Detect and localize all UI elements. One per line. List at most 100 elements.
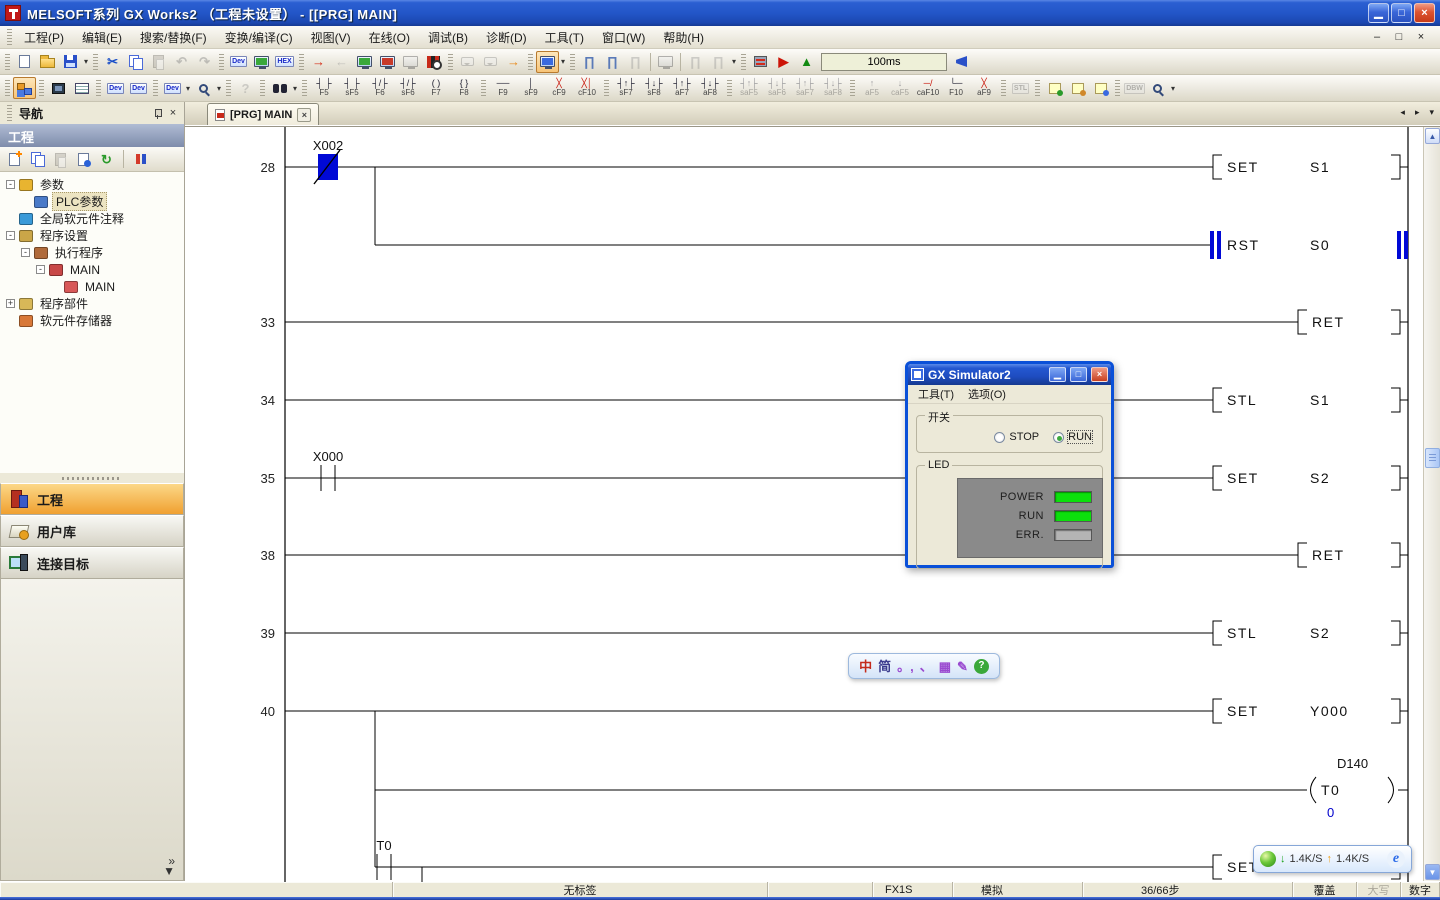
navigation-grip[interactable] [7,105,12,121]
cross-reference-dropdown[interactable]: ▾ [291,84,299,93]
toolbar-grip[interactable] [850,80,855,96]
mdi-close-button[interactable]: × [1414,31,1428,43]
zoom-dropdown[interactable]: ▾ [1169,84,1177,93]
tab-prg-main[interactable]: [PRG] MAIN × [207,103,319,125]
menu-item-0[interactable]: 工程(P) [15,27,73,48]
tab-list-icon[interactable]: ▾ [1429,107,1434,118]
tree-item-程序部件[interactable]: +程序部件 [2,295,182,312]
edit-statement-button[interactable] [1089,77,1112,99]
find-dropdown[interactable]: ▾ [215,84,223,93]
scroll-up-icon[interactable]: ▲ [1425,128,1440,144]
collapse-icon[interactable]: - [6,180,15,189]
menu-item-10[interactable]: 帮助(H) [654,27,713,48]
close-button[interactable]: × [1414,3,1435,23]
falling-pulse-close-button[interactable]: ┤↓├aF8 [696,76,724,100]
close-contact-button[interactable]: ┤/├F6 [366,76,394,100]
ime-softkeyboard-icon[interactable]: ▦ [939,660,951,673]
horizontal-line-button[interactable]: ──F9 [489,76,517,100]
navigation-close-icon[interactable]: × [166,107,180,119]
tree-item-全局软元件注释[interactable]: 全局软元件注释 [2,210,182,227]
collapse-icon[interactable]: - [36,265,45,274]
intelligent-monitor-button[interactable] [250,51,273,73]
tree-item-程序设置[interactable]: -程序设置 [2,227,182,244]
toolbar-grip[interactable] [302,80,307,96]
open-contact-button[interactable]: ┤ ├F5 [310,76,338,100]
sort-button[interactable] [131,150,150,169]
workspace-tab-user-library[interactable]: 用户库 [0,515,184,547]
more-chevron-icon[interactable]: ▼ [163,866,175,876]
menu-item-5[interactable]: 在线(O) [360,27,419,48]
sidebar-splitter[interactable] [0,473,184,483]
zoom-button[interactable] [1146,77,1169,99]
save-project-button[interactable] [59,51,82,73]
menu-item-4[interactable]: 视图(V) [302,27,360,48]
browser-icon[interactable]: e [1387,850,1405,868]
invert-result-button[interactable]: ─/caF10 [914,76,942,100]
pin-icon[interactable] [153,109,162,118]
collapse-icon[interactable]: - [6,231,15,240]
trace-dropdown[interactable]: ▾ [730,57,738,66]
device-block-monitor-button[interactable] [422,51,445,73]
ime-help-icon[interactable]: ? [974,659,989,674]
close-branch-button[interactable]: ┤/├sF6 [394,76,422,100]
tree-item-软元件存储器[interactable]: 软元件存储器 [2,312,182,329]
scrollbar-thumb[interactable] [1425,448,1440,468]
new-data-button[interactable] [5,150,24,169]
expand-icon[interactable]: + [6,299,15,308]
toolbar-grip[interactable] [481,80,486,96]
simulator-menu-options[interactable]: 选项(O) [962,385,1012,403]
output-window-button[interactable] [70,77,93,99]
tab-scroll-left-icon[interactable]: ◂ [1400,107,1405,118]
ladder-diagram[interactable]: 28X002SETS1RSTS033RET34STLS135X000SETS23… [185,127,1423,882]
new-project-button[interactable] [13,51,36,73]
simulator-menu-tools[interactable]: 工具(T) [912,385,960,403]
hex-monitor-button[interactable]: HEX [273,51,296,73]
inline-st-button[interactable] [1043,77,1066,99]
find-device-button[interactable] [192,77,215,99]
stop-radio[interactable]: STOP [994,431,1039,443]
toolbar-grip[interactable] [39,80,44,96]
stop-radio-circle[interactable] [994,432,1005,443]
toolbar-grip[interactable] [1035,80,1040,96]
simulator-close-button[interactable]: × [1091,367,1108,382]
toolbar-grip[interactable] [93,54,98,70]
ime-simplified-icon[interactable]: 简 [878,660,891,673]
toolbar-grip[interactable] [741,54,746,70]
menu-item-3[interactable]: 变换/编译(C) [216,27,302,48]
toolbar-grip[interactable] [260,80,265,96]
toolbar-grip[interactable] [219,54,224,70]
collapse-icon[interactable]: - [21,248,30,257]
monitor-stop-button[interactable] [376,51,399,73]
navigation-window-button[interactable] [13,77,36,99]
mdi-restore-button[interactable]: □ [1392,31,1406,43]
save-dropdown[interactable]: ▾ [82,57,90,66]
edit-comment-button[interactable] [1066,77,1089,99]
tree-item-MAIN[interactable]: -MAIN [2,261,182,278]
delete-rung-button[interactable]: ╳aF9 [970,76,998,100]
ime-chinese-icon[interactable]: 中 [859,660,872,673]
rising-pulse-close-button[interactable]: ┤↑├aF7 [668,76,696,100]
delete-horizontal-line-button[interactable]: ╳cF9 [545,76,573,100]
menu-item-1[interactable]: 编辑(E) [73,27,131,48]
monitor-mode-dropdown[interactable]: ▾ [559,57,567,66]
end-ladder-button[interactable]: └─F10 [942,76,970,100]
ime-fullhalf-icon[interactable]: 、 [920,660,933,673]
rising-pulse-button[interactable]: ┤↑├sF7 [612,76,640,100]
minimize-button[interactable]: ▁ [1368,3,1389,23]
toolbar-grip[interactable] [96,80,101,96]
menu-item-8[interactable]: 工具(T) [536,27,593,48]
toolbar-grip[interactable] [448,54,453,70]
simulator-maximize-button[interactable]: □ [1070,367,1087,382]
toolbar-grip[interactable] [5,54,10,70]
simulator-title-bar[interactable]: GX Simulator2 ▁ □ × [908,364,1111,385]
workspace-tab-connection[interactable]: 连接目标 [0,547,184,579]
ime-tool-icon[interactable]: ✎ [957,660,968,673]
cross-reference-button[interactable] [268,77,291,99]
forced-input-button[interactable]: ∏ [601,51,624,73]
ime-punctuation-icon[interactable]: 。, [897,660,914,673]
monitor-start-button[interactable] [353,51,376,73]
toolbar-grip[interactable] [604,80,609,96]
run-radio-circle[interactable] [1053,432,1064,443]
tree-item-执行程序[interactable]: -执行程序 [2,244,182,261]
run-radio[interactable]: RUN [1053,431,1092,443]
